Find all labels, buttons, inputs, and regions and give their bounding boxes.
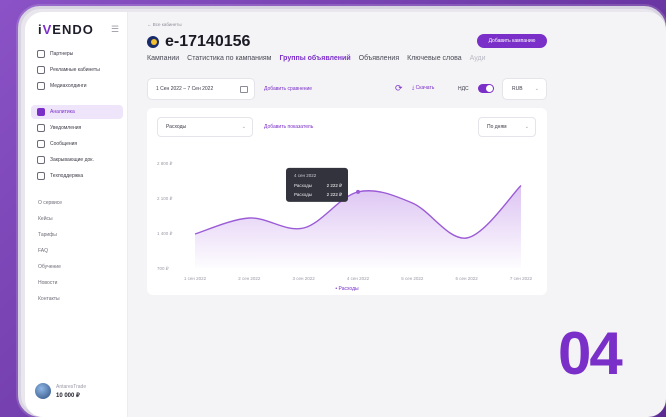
link-cases[interactable]: Кейсы	[38, 216, 53, 222]
breadcrumb[interactable]: ← Все кабинеты	[147, 22, 182, 27]
currency-value: RUB	[512, 86, 523, 92]
date-range-picker[interactable]: 1 Сен 2022 – 7 Сен 2022	[147, 78, 255, 100]
logo[interactable]: iVENDO	[38, 22, 94, 37]
sidebar-item-partners[interactable]: Партнеры	[31, 47, 123, 61]
tab-campaigns[interactable]: Кампании	[147, 55, 179, 62]
download-button[interactable]: ⤓ Скачать	[412, 85, 434, 91]
tab-audiences[interactable]: Ауди	[470, 55, 486, 62]
x-tick-label: 4 сен 2022	[347, 276, 370, 281]
calendar-icon	[240, 86, 248, 93]
tab-keywords[interactable]: Ключевые слова	[407, 55, 461, 62]
sidebar-item-label: Партнеры	[50, 51, 74, 57]
handshake-icon	[37, 50, 45, 58]
sidebar-item-label: Медиахолдинги	[50, 83, 87, 89]
tooltip-label: Расходы	[294, 192, 312, 197]
chart-tooltip: 4 сен 2022 Расходы 2 222 ₽ Расходы 2 222 ₽	[286, 167, 348, 202]
user-profile[interactable]: AntaresTrade 10 000 ₽	[35, 383, 86, 399]
date-range-value: 1 Сен 2022 – 7 Сен 2022	[156, 86, 214, 92]
step-number-badge: 04	[558, 320, 623, 387]
sidebar-item-label: Аналитика	[50, 109, 75, 115]
chart-legend: • Расходы	[335, 286, 359, 292]
sidebar-item-documents[interactable]: Закрывающие док.	[31, 153, 123, 167]
cabinet-logo-icon	[147, 36, 159, 48]
sidebar-item-notifications[interactable]: Уведомления	[31, 121, 123, 135]
media-icon	[37, 82, 45, 90]
link-contacts[interactable]: Контакты	[38, 296, 60, 302]
x-tick-label: 1 сен 2022	[184, 276, 207, 281]
user-name: AntaresTrade	[56, 383, 87, 390]
page-title: e-17140156	[147, 33, 250, 51]
expenses-chart: 2 800 ₽ 2 100 ₽ 1 400 ₽ 700 ₽ 1 сен 2022 2 с…	[157, 161, 533, 292]
bell-icon	[37, 124, 45, 132]
document-icon	[37, 156, 45, 164]
support-icon	[37, 172, 45, 180]
x-tick-label: 6 сен 2022	[456, 276, 479, 281]
sidebar: iVENDO ☰ Партнеры Рекламные кабинеты Мед…	[25, 12, 128, 417]
sidebar-item-support[interactable]: Техподдержка	[31, 169, 123, 183]
tab-campaign-stats[interactable]: Статистика по кампаниям	[187, 55, 271, 62]
toolbar: 1 Сен 2022 – 7 Сен 2022 Добавить сравнен…	[147, 78, 547, 100]
cabinet-icon	[37, 66, 45, 74]
currency-select[interactable]: RUB ⌄	[502, 78, 547, 100]
tab-ad-groups[interactable]: Группы объявлений	[279, 55, 350, 62]
data-point[interactable]	[356, 189, 360, 194]
message-icon	[37, 140, 45, 148]
y-tick-label: 1 400 ₽	[157, 231, 174, 236]
x-tick-label: 5 сен 2022	[401, 276, 424, 281]
analytics-icon	[37, 108, 45, 116]
tooltip-value: 2 222 ₽	[327, 192, 344, 197]
download-label: Скачать	[415, 85, 435, 91]
tooltip-label: Расходы	[294, 183, 312, 188]
page-title-text: e-17140156	[165, 33, 251, 50]
link-news[interactable]: Новости	[38, 280, 57, 286]
avatar	[35, 383, 51, 399]
series-area	[195, 185, 521, 268]
sidebar-item-label: Закрывающие док.	[50, 157, 94, 163]
add-comparison-link[interactable]: Добавить сравнение	[264, 86, 312, 92]
chart-card: Расходы ⌄ Добавить показатель По дням ⌄ …	[147, 108, 547, 295]
y-tick-label: 2 100 ₽	[157, 196, 174, 201]
vat-toggle[interactable]	[478, 84, 494, 93]
vat-label: НДС	[458, 86, 469, 92]
sidebar-item-analytics[interactable]: Аналитика	[31, 105, 123, 119]
tabs: Кампании Статистика по кампаниям Группы …	[147, 55, 493, 62]
sidebar-item-ad-cabinets[interactable]: Рекламные кабинеты	[31, 63, 123, 77]
menu-icon[interactable]: ☰	[111, 24, 119, 35]
sidebar-item-media[interactable]: Медиахолдинги	[31, 79, 123, 93]
x-tick-label: 7 сен 2022	[510, 276, 533, 281]
sidebar-item-label: Сообщения	[50, 141, 78, 147]
refresh-icon[interactable]: ⟳	[395, 83, 403, 94]
sidebar-item-label: Уведомления	[50, 125, 82, 131]
sidebar-item-messages[interactable]: Сообщения	[31, 137, 123, 151]
tooltip-value: 2 222 ₽	[327, 183, 344, 188]
tab-ads[interactable]: Объявления	[359, 55, 400, 62]
y-tick-label: 700 ₽	[157, 266, 170, 271]
tooltip-date: 4 сен 2022	[294, 173, 317, 178]
y-tick-label: 2 800 ₽	[157, 161, 174, 166]
user-balance: 10 000 ₽	[56, 392, 80, 399]
link-learning[interactable]: Обучение	[38, 264, 61, 270]
link-about[interactable]: О сервисе	[38, 200, 62, 206]
x-tick-label: 3 сен 2022	[293, 276, 316, 281]
add-campaign-button[interactable]: Добавить кампанию	[477, 34, 547, 48]
link-pricing[interactable]: Тарифы	[38, 232, 57, 238]
chevron-down-icon: ⌄	[534, 86, 539, 92]
link-faq[interactable]: FAQ	[38, 248, 48, 254]
sidebar-item-label: Техподдержка	[50, 173, 84, 179]
x-tick-label: 2 сен 2022	[238, 276, 261, 281]
app-window: iVENDO ☰ Партнеры Рекламные кабинеты Мед…	[25, 12, 666, 417]
sidebar-item-label: Рекламные кабинеты	[50, 67, 100, 73]
